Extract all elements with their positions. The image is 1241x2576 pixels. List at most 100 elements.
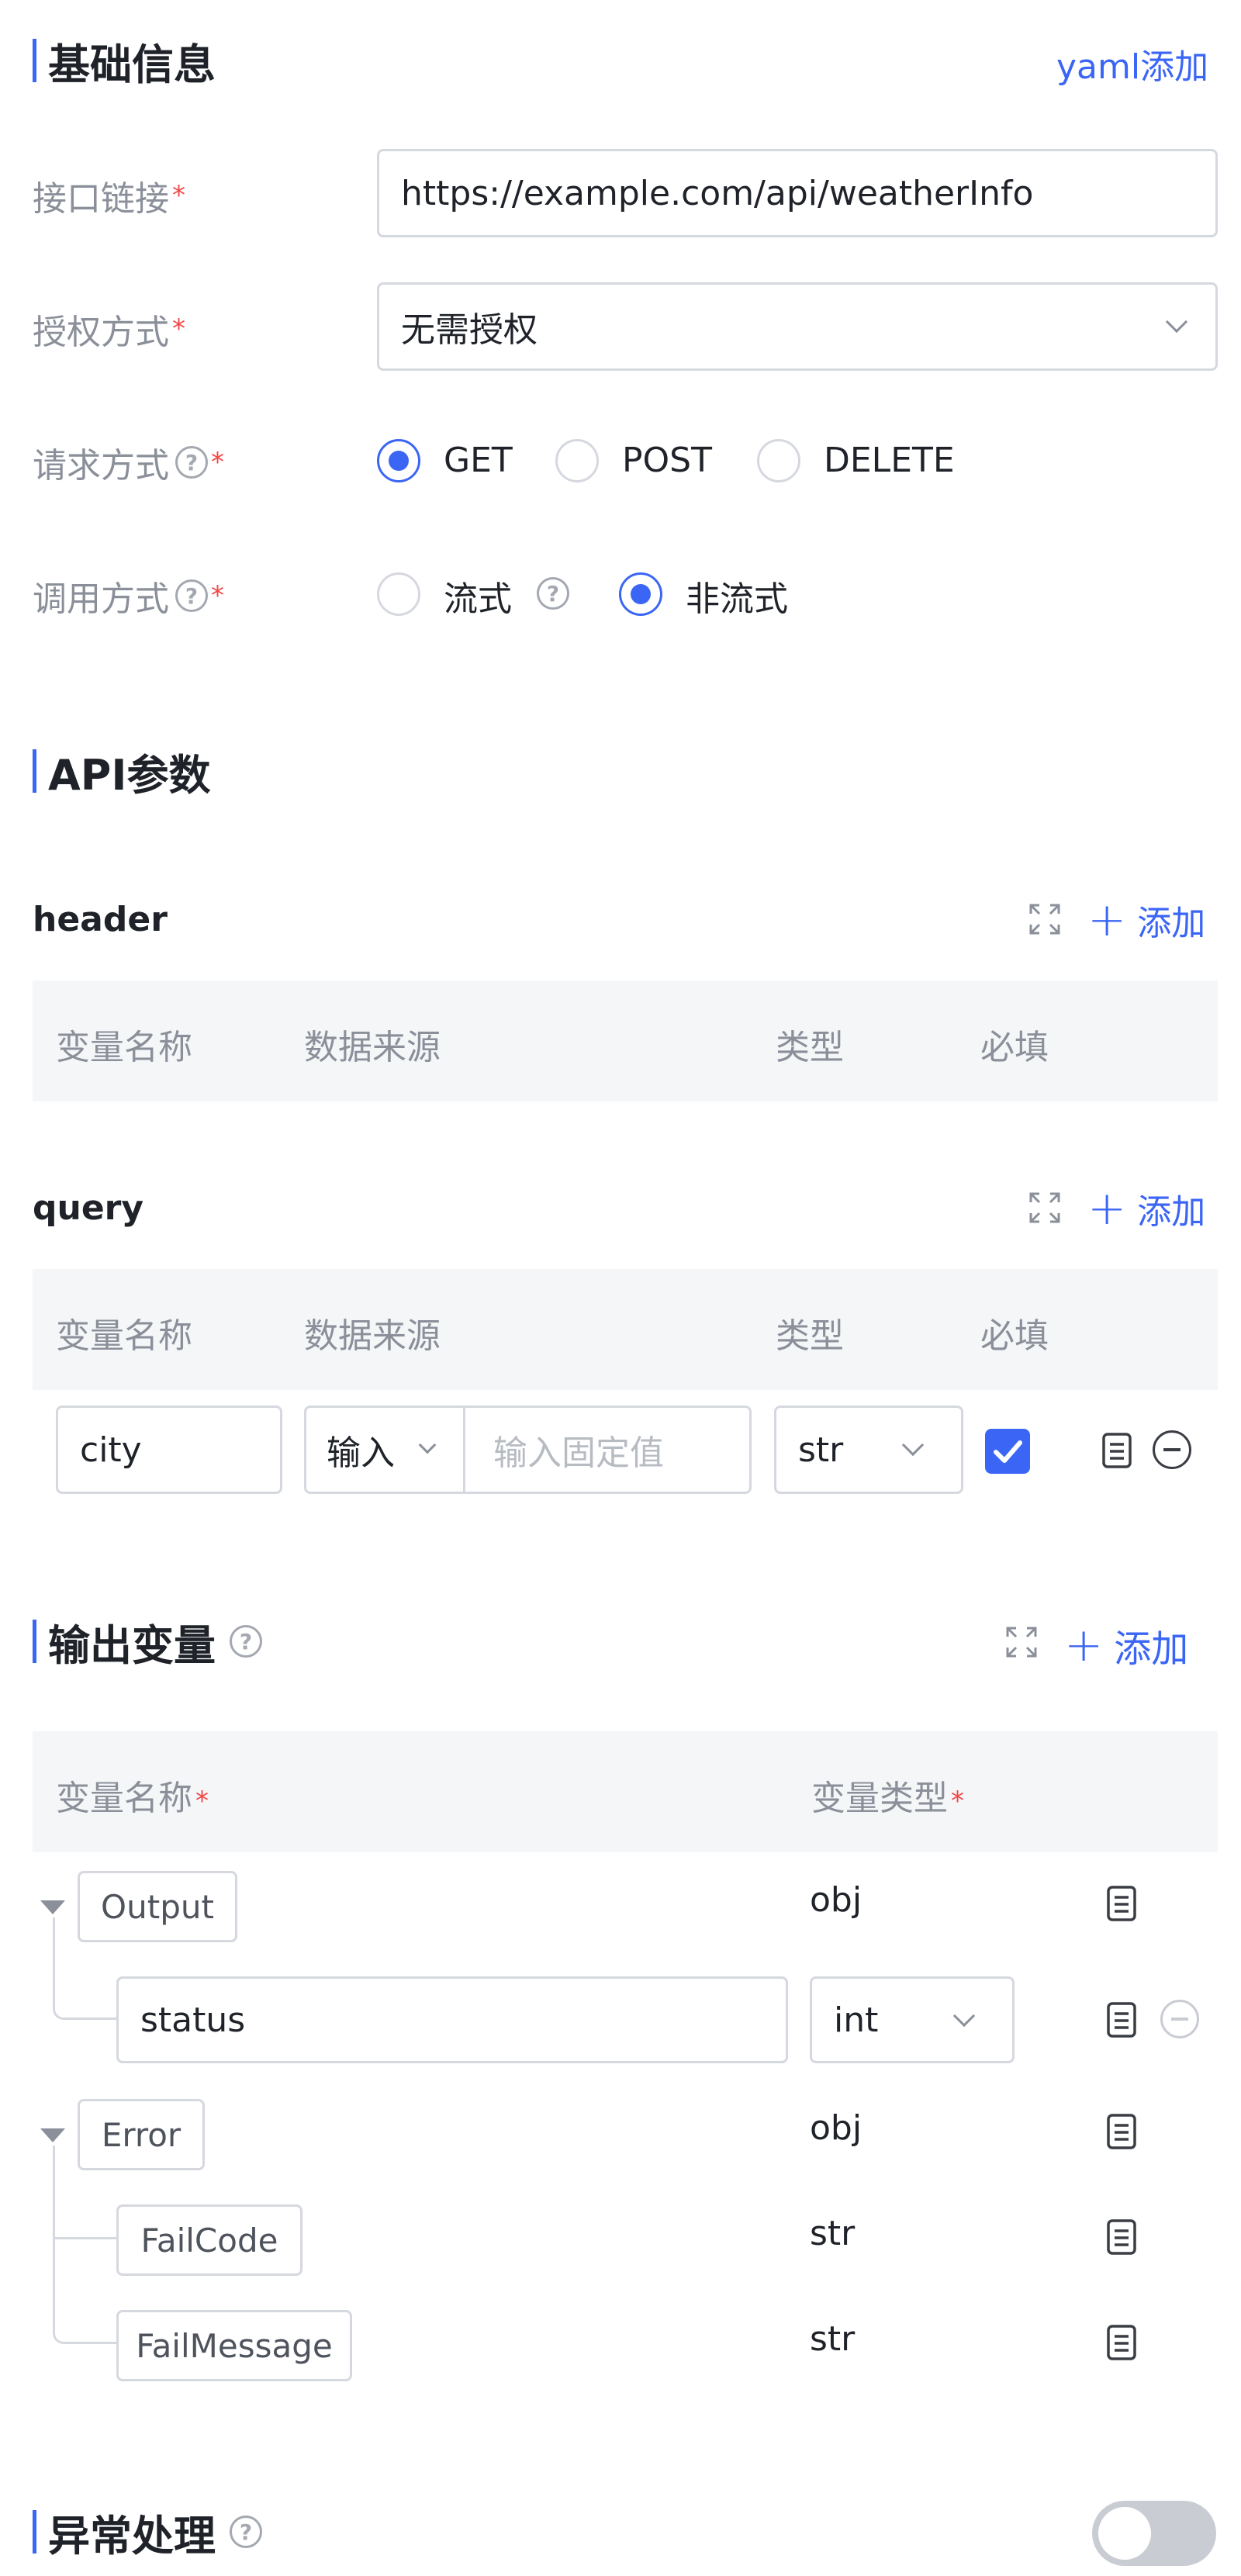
help-icon[interactable]: ? [537,577,569,610]
radio-non-stream[interactable] [619,572,662,616]
query-type-value: str [798,1430,844,1470]
output-node-type: obj [810,1880,862,1920]
call-label-text: 调用方式 [33,579,169,619]
column-header: 类型 [776,1028,844,1067]
chevron-down-icon [1165,310,1188,334]
expand-icon[interactable] [1028,1191,1061,1224]
expand-icon[interactable] [1028,903,1061,935]
yaml-add-link[interactable]: yaml添加 [1056,39,1208,88]
column-header: 必填 [980,1316,1049,1356]
query-name-field[interactable]: city [56,1406,282,1494]
remove-row-icon[interactable] [1160,2000,1199,2038]
method-label: 请求方式 ? * [33,439,224,486]
radio-get[interactable] [377,439,420,482]
query-subtitle: query [33,1188,144,1228]
query-value-placeholder: 输入固定值 [493,1433,664,1473]
section-title-exception-text: 异常处理 [48,2511,216,2560]
url-field[interactable]: https://example.com/api/weatherInfo [377,149,1218,237]
plus-icon: + [1087,893,1127,947]
query-type-select[interactable]: str [774,1406,963,1494]
output-node-name[interactable]: Output [78,1871,237,1942]
section-accent-bar [33,749,36,793]
exception-toggle[interactable] [1092,2501,1216,2566]
help-icon[interactable]: ? [230,2515,262,2548]
failcode-node-name[interactable]: FailCode [116,2204,302,2276]
required-mark: * [211,447,224,478]
toggle-knob [1098,2507,1151,2560]
collapse-caret-icon[interactable] [40,1900,65,1914]
document-icon[interactable] [1101,1432,1132,1469]
document-icon[interactable] [1106,2001,1137,2038]
query-name-value: city [80,1430,142,1470]
status-type-select[interactable]: int [810,1976,1015,2063]
column-header: 变量类型 * [811,1770,964,1820]
section-accent-bar [33,39,36,82]
column-header: 类型 [776,1316,844,1356]
column-header: 变量名称 [56,1316,192,1356]
section-accent-bar [33,1620,36,1663]
document-icon[interactable] [1106,2218,1137,2256]
failmessage-node-type: str [810,2319,856,2359]
collapse-caret-icon[interactable] [40,2128,65,2142]
header-add-button[interactable]: + 添加 [1087,895,1205,945]
document-icon[interactable] [1106,2113,1137,2150]
radio-non-stream-label: 非流式 [686,579,788,619]
document-icon[interactable] [1106,2324,1137,2361]
output-add-button[interactable]: + 添加 [1064,1618,1188,1672]
query-source-select[interactable]: 输入 [304,1406,465,1494]
query-add-label: 添加 [1137,1192,1206,1232]
section-title-api: API参数 [48,750,211,800]
tree-connector [53,2239,116,2344]
remove-row-icon[interactable] [1153,1430,1191,1469]
auth-select[interactable]: 无需授权 [377,282,1218,371]
error-node-name[interactable]: Error [78,2099,205,2170]
auth-label: 授权方式 * [33,306,185,352]
required-mark: * [211,580,224,611]
plus-icon: + [1087,1181,1127,1236]
radio-stream[interactable] [377,572,420,616]
query-table-head: 变量名称 数据来源 类型 必填 [33,1269,1218,1390]
output-table-head: 变量名称 * 变量类型 * [33,1731,1218,1852]
help-icon[interactable]: ? [230,1625,262,1658]
column-header-text: 变量名称 [56,1779,192,1818]
url-label-text: 接口链接 [33,179,169,219]
url-field-value: https://example.com/api/weatherInfo [401,173,1034,213]
radio-delete-label: DELETE [824,441,955,480]
radio-stream-label: 流式 [444,579,512,619]
status-name-value: status [140,2000,246,2040]
radio-post[interactable] [555,439,599,482]
required-checkbox[interactable] [985,1429,1030,1474]
required-mark: * [951,1786,964,1817]
header-subtitle: header [33,900,168,939]
required-mark: * [195,1786,209,1817]
column-header-text: 变量类型 [811,1779,948,1818]
query-source-value: 输入 [327,1433,395,1473]
failmessage-node-name[interactable]: FailMessage [116,2310,352,2381]
output-add-label: 添加 [1114,1627,1189,1671]
plus-icon: + [1064,1618,1104,1672]
url-label: 接口链接 * [33,172,185,219]
header-add-label: 添加 [1137,904,1206,943]
radio-post-label: POST [622,441,712,480]
column-header: 数据来源 [304,1316,441,1356]
query-add-button[interactable]: + 添加 [1087,1184,1205,1233]
section-title-exception: 异常处理 ? [48,2502,262,2561]
status-type-value: int [834,2000,879,2040]
failcode-node-type: str [810,2214,856,2253]
method-label-text: 请求方式 [33,446,169,486]
status-name-field[interactable]: status [116,1976,788,2063]
help-icon[interactable]: ? [175,446,208,479]
document-icon[interactable] [1106,1885,1137,1922]
expand-icon[interactable] [1005,1626,1038,1658]
error-node-type: obj [810,2108,862,2148]
radio-delete[interactable] [757,439,800,482]
radio-get-label: GET [444,441,513,480]
chevron-down-icon [901,1433,925,1457]
section-title-output-text: 输出变量 [48,1620,216,1670]
check-icon [994,1440,1022,1463]
help-icon[interactable]: ? [175,579,208,612]
chevron-down-icon [952,2004,976,2028]
query-value-field[interactable]: 输入固定值 [463,1406,752,1494]
auth-select-value: 无需授权 [401,310,538,350]
column-header: 必填 [980,1028,1049,1067]
